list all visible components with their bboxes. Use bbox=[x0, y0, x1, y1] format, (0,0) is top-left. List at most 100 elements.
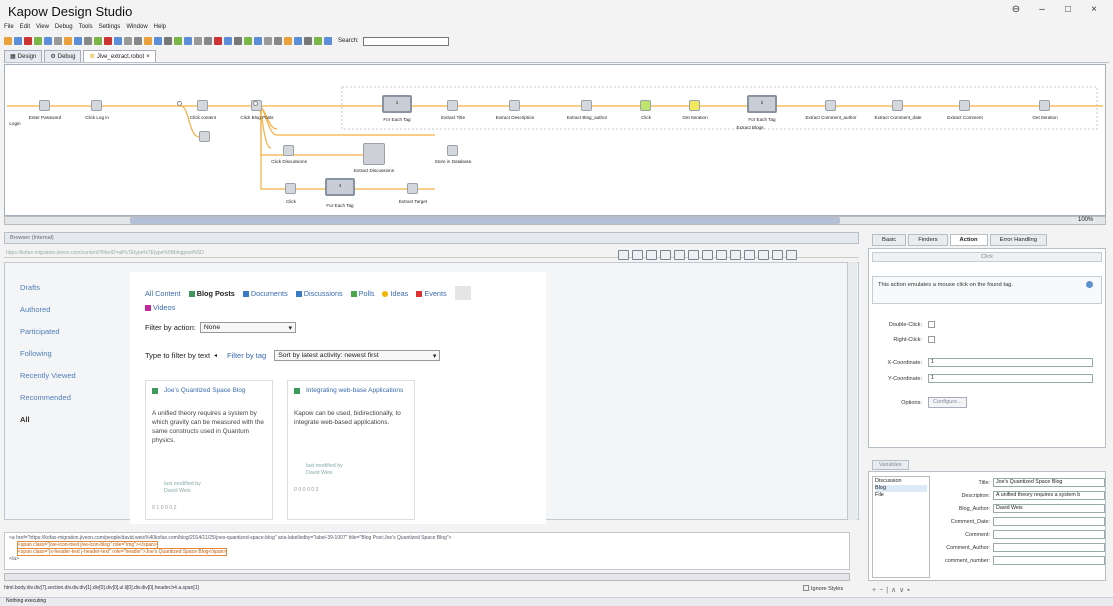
toolbar-button[interactable] bbox=[244, 37, 252, 45]
toolbar-button[interactable] bbox=[124, 37, 132, 45]
x-coordinate-input[interactable]: 1 bbox=[928, 358, 1093, 367]
toolbar-button[interactable] bbox=[104, 37, 112, 45]
tab-robot[interactable]: ⚙ Jive_extract.robot × bbox=[83, 50, 156, 62]
source-line[interactable]: </a> bbox=[9, 556, 845, 563]
flow-step-node[interactable] bbox=[363, 143, 385, 165]
flow-step-node[interactable] bbox=[689, 100, 700, 111]
type-documents[interactable]: Documents bbox=[242, 289, 288, 298]
tab-error-handling[interactable]: Error Handling bbox=[989, 234, 1047, 246]
variable-field-input[interactable]: A unified theory requires a system b bbox=[993, 491, 1105, 500]
branch-point[interactable] bbox=[177, 101, 182, 106]
nav-drafts[interactable]: Drafts bbox=[20, 283, 76, 296]
nav-all[interactable]: All bbox=[20, 415, 76, 428]
dom-path-bar[interactable]: html.body.div.div[7].section.div.div.div… bbox=[4, 585, 804, 593]
toolbar-button[interactable] bbox=[304, 37, 312, 45]
account-icon[interactable]: ⊖ bbox=[1008, 4, 1024, 18]
toolbar-button[interactable] bbox=[254, 37, 262, 45]
toolbar-button[interactable] bbox=[174, 37, 182, 45]
browser-tool-button[interactable] bbox=[688, 250, 699, 260]
toolbar-button[interactable] bbox=[144, 37, 152, 45]
flow-step-node[interactable] bbox=[447, 145, 458, 156]
menu-file[interactable]: File bbox=[4, 24, 14, 34]
browser-vertical-scrollbar[interactable] bbox=[847, 262, 857, 520]
menu-settings[interactable]: Settings bbox=[99, 24, 121, 34]
zoom-level[interactable]: 100% bbox=[1078, 217, 1093, 223]
browser-tool-button[interactable] bbox=[716, 250, 727, 260]
toolbar-button[interactable] bbox=[274, 37, 282, 45]
filter-action-select[interactable]: None ▾ bbox=[199, 322, 296, 333]
flow-step-node[interactable] bbox=[959, 100, 970, 111]
flow-step-node[interactable] bbox=[283, 145, 294, 156]
source-line-selected[interactable]: <span class="js-header-text j-header-tex… bbox=[17, 548, 228, 556]
source-horizontal-scrollbar[interactable] bbox=[4, 573, 850, 581]
browser-tool-button[interactable] bbox=[618, 250, 629, 260]
flow-step-node[interactable] bbox=[892, 100, 903, 111]
variable-type-item[interactable]: Discussion bbox=[875, 478, 927, 485]
flow-step-node[interactable] bbox=[407, 183, 418, 194]
browser-tool-button[interactable] bbox=[758, 250, 769, 260]
url-text[interactable]: https://kofax-migration.jiveon.com/conte… bbox=[6, 250, 204, 256]
right-click-checkbox[interactable] bbox=[928, 336, 935, 343]
toolbar-button[interactable] bbox=[14, 37, 22, 45]
tab-browser[interactable]: Browser (Internal) bbox=[10, 235, 54, 241]
y-coordinate-input[interactable]: 1 bbox=[928, 374, 1093, 383]
toolbar-button[interactable] bbox=[4, 37, 12, 45]
toolbar-button[interactable] bbox=[234, 37, 242, 45]
variable-field-input[interactable] bbox=[993, 517, 1105, 526]
type-videos[interactable]: Videos bbox=[145, 303, 175, 312]
action-select[interactable]: Click bbox=[872, 252, 1102, 262]
close-tab-icon[interactable]: × bbox=[146, 54, 150, 60]
flow-step-node[interactable] bbox=[39, 100, 50, 111]
flow-step-node[interactable] bbox=[197, 100, 208, 111]
source-view[interactable]: <a href="https://kofax-migration.jiveon.… bbox=[4, 532, 850, 570]
flow-step-node[interactable] bbox=[1039, 100, 1050, 111]
nav-participated[interactable]: Participated bbox=[20, 327, 76, 340]
flow-step-node[interactable] bbox=[447, 100, 458, 111]
toolbar-button[interactable] bbox=[64, 37, 72, 45]
search-input[interactable] bbox=[362, 36, 449, 46]
toolbar-button[interactable] bbox=[34, 37, 42, 45]
text-filter-input[interactable]: Type to filter by text bbox=[145, 351, 210, 360]
type-events[interactable]: Events bbox=[416, 289, 447, 298]
branch-point[interactable] bbox=[253, 101, 258, 106]
flow-step-node[interactable] bbox=[509, 100, 520, 111]
menu-debug[interactable]: Debug bbox=[55, 24, 73, 34]
variable-type-item[interactable]: Blog bbox=[875, 485, 927, 492]
card-title[interactable]: Joe's Quantized Space Blog bbox=[164, 387, 266, 395]
up-icon[interactable]: ∧ bbox=[891, 587, 899, 594]
browser-tool-button[interactable] bbox=[646, 250, 657, 260]
info-icon[interactable] bbox=[1086, 281, 1093, 288]
variable-field-input[interactable]: Joe's Quantized Space Blog bbox=[993, 478, 1105, 487]
browser-tool-button[interactable] bbox=[660, 250, 671, 260]
menu-window[interactable]: Window bbox=[126, 24, 147, 34]
flow-scroll-thumb[interactable] bbox=[130, 217, 840, 224]
tab-design[interactable]: ▦ Design bbox=[4, 50, 43, 62]
toolbar-button[interactable] bbox=[44, 37, 52, 45]
type-blog-posts[interactable]: Blog Posts bbox=[188, 289, 235, 298]
card-title[interactable]: Integrating web-base Applications bbox=[306, 387, 408, 395]
flow-step-node[interactable] bbox=[640, 100, 651, 111]
browser-tool-button[interactable] bbox=[632, 250, 643, 260]
browser-tool-button[interactable] bbox=[674, 250, 685, 260]
browser-tool-button[interactable] bbox=[730, 250, 741, 260]
toolbar-button[interactable] bbox=[214, 37, 222, 45]
nav-recently-viewed[interactable]: Recently Viewed bbox=[20, 371, 76, 384]
type-ideas[interactable]: Ideas bbox=[382, 289, 408, 298]
toolbar-button[interactable] bbox=[84, 37, 92, 45]
tab-variables[interactable]: Variables bbox=[872, 460, 909, 470]
browser-tool-button[interactable] bbox=[772, 250, 783, 260]
toolbar-button[interactable] bbox=[284, 37, 292, 45]
minimize-button[interactable]: – bbox=[1034, 4, 1050, 18]
toolbar-button[interactable] bbox=[154, 37, 162, 45]
toolbar-button[interactable] bbox=[134, 37, 142, 45]
card-author[interactable]: David Weis bbox=[306, 470, 408, 477]
configure-button[interactable]: Configure... bbox=[928, 397, 967, 408]
more-types-button[interactable] bbox=[454, 286, 471, 300]
ignore-styles-checkbox[interactable]: Ignore Styles bbox=[803, 585, 843, 592]
variable-type-item[interactable]: File bbox=[875, 492, 927, 499]
tab-action[interactable]: Action bbox=[949, 234, 988, 246]
toolbar-button[interactable] bbox=[314, 37, 322, 45]
maximize-button[interactable]: □ bbox=[1060, 4, 1076, 18]
filter-tag-link[interactable]: Filter by tag bbox=[227, 351, 266, 360]
content-card[interactable]: Integrating web-base Applications Kapow … bbox=[287, 380, 415, 520]
